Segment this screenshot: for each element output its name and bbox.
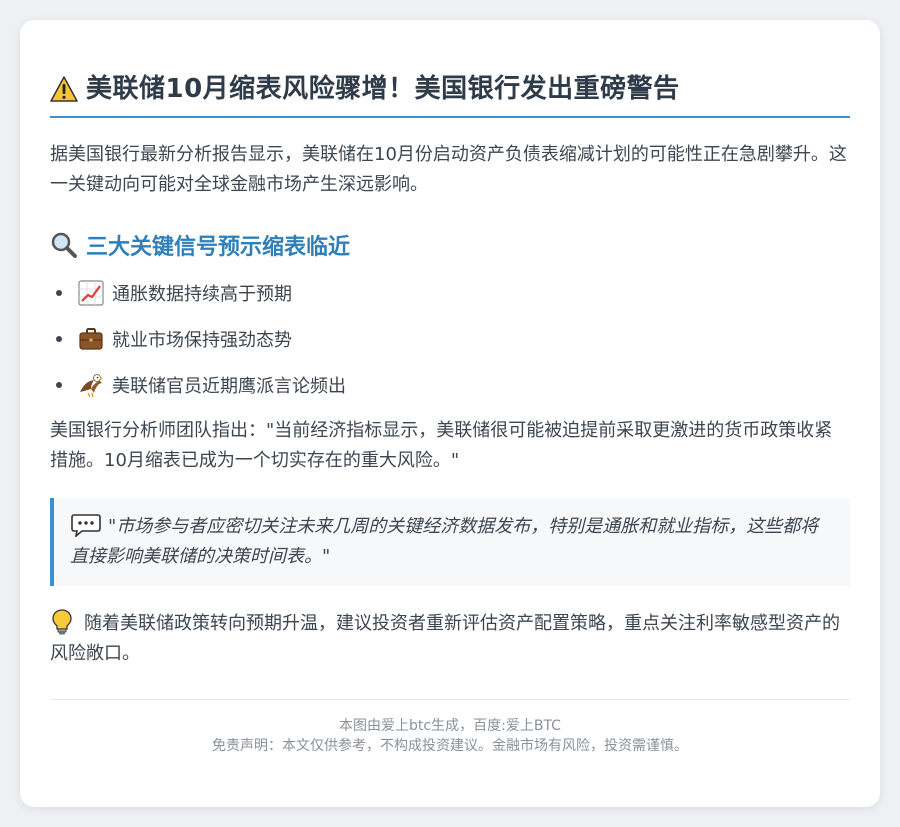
footer-credit: 本图由爱上btc生成，百度:爱上BTC (339, 718, 561, 734)
signal-label: 就业市场保持强劲态势 (112, 330, 292, 351)
bullet (56, 336, 62, 342)
bullet (56, 290, 62, 296)
intro-paragraph: 据美国银行最新分析报告显示，美联储在10月份启动资产负债表缩减计划的可能性正在急… (50, 144, 847, 195)
signal-list: 通胀数据持续高于预期 就业市场保持强劲态势 美联储官员近期鹰派言论频出 (50, 278, 850, 400)
lightbulb-icon (52, 609, 72, 635)
briefcase-icon (79, 328, 103, 350)
eagle-icon (80, 374, 103, 398)
quote-text: "市场参与者应密切关注未来几周的关键经济数据发布，特别是通胀和就业指标，这些都将… (70, 516, 819, 567)
signal-label: 美联储官员近期鹰派言论频出 (112, 376, 346, 397)
section-heading: 三大关键信号预示缩表临近 (50, 230, 850, 260)
warning-icon (50, 76, 78, 102)
speech-bubble-icon (71, 514, 101, 537)
title-bar: 美联储10月缩表风险骤增！美国银行发出重磅警告 (50, 72, 850, 118)
article-card: 美联储10月缩表风险骤增！美国银行发出重磅警告 据美国银行最新分析报告显示，美联… (20, 20, 880, 807)
magnifier-icon (51, 232, 77, 258)
footer-divider (50, 699, 850, 700)
list-item: 通胀数据持续高于预期 (50, 278, 850, 308)
page-title: 美联储10月缩表风险骤增！美国银行发出重磅警告 (86, 74, 680, 104)
footer-disclaimer: 免责声明：本文仅供参考，不构成投资建议。金融市场有风险，投资需谨慎。 (212, 738, 688, 754)
section-title: 三大关键信号预示缩表临近 (86, 235, 351, 260)
footer: 本图由爱上btc生成，百度:爱上BTC 免责声明：本文仅供参考，不构成投资建议。… (50, 716, 850, 756)
tip-paragraph: 随着美联储政策转向预期升温，建议投资者重新评估资产配置策略，重点关注利率敏感型资… (50, 608, 850, 669)
list-item: 就业市场保持强劲态势 (50, 324, 850, 354)
signal-label: 通胀数据持续高于预期 (112, 284, 292, 305)
tip-text: 随着美联储政策转向预期升温，建议投资者重新评估资产配置策略，重点关注利率敏感型资… (50, 613, 840, 664)
bullet (56, 382, 62, 388)
blockquote: "市场参与者应密切关注未来几周的关键经济数据发布，特别是通胀和就业指标，这些都将… (50, 498, 850, 586)
chart-up-icon (78, 280, 104, 306)
list-item: 美联储官员近期鹰派言论频出 (50, 370, 850, 400)
analyst-paragraph: 美国银行分析师团队指出："当前经济指标显示，美联储很可能被迫提前采取更激进的货币… (50, 420, 833, 471)
